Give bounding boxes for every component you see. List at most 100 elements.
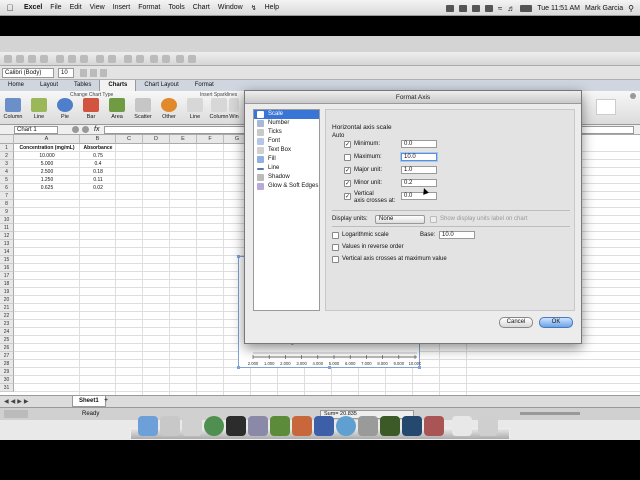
column-header[interactable]: E	[170, 135, 197, 144]
bar-chart-button[interactable]: Bar	[80, 98, 102, 120]
menu-app-name[interactable]: Excel	[20, 4, 46, 11]
bluetooth-icon[interactable]	[458, 4, 467, 12]
tab-format[interactable]: Format	[187, 80, 222, 91]
ribbon-options-icon[interactable]	[630, 93, 636, 99]
camera-icon[interactable]	[445, 4, 454, 12]
row-header[interactable]: 24	[0, 328, 14, 336]
table-cell[interactable]: 2.500	[14, 168, 80, 176]
minor-unit-auto-checkbox[interactable]: ✓	[344, 180, 351, 187]
row-header[interactable]: 13	[0, 240, 14, 248]
enter-formula-icon[interactable]	[82, 126, 89, 133]
chart-resize-handle[interactable]	[237, 255, 240, 258]
category-fill[interactable]: Fill	[254, 155, 319, 164]
tab-charts[interactable]: Charts	[99, 80, 137, 91]
paste-icon[interactable]	[80, 55, 88, 63]
sheet-tab-sheet1[interactable]: Sheet1	[72, 396, 106, 407]
row-header[interactable]: 15	[0, 256, 14, 264]
print-icon[interactable]	[40, 55, 48, 63]
font-name-select[interactable]: Calibri (Body)	[2, 68, 54, 78]
menu-window[interactable]: Window	[214, 4, 247, 11]
line-chart-button[interactable]: Line	[28, 98, 50, 120]
table-cell[interactable]: 0.75	[80, 152, 116, 160]
row-header[interactable]: 8	[0, 200, 14, 208]
category-scale[interactable]: Scale	[254, 110, 319, 119]
chrome-icon[interactable]	[204, 416, 224, 436]
row-header[interactable]: 2	[0, 152, 14, 160]
table-cell[interactable]: 0.18	[80, 168, 116, 176]
log-scale-checkbox[interactable]	[332, 232, 339, 239]
menubar-clock[interactable]: Tue 11:51 AM	[537, 5, 580, 12]
area-chart-button[interactable]: Area	[106, 98, 128, 120]
dialog-title[interactable]: Format Axis	[245, 91, 581, 104]
minimum-auto-checkbox[interactable]: ✓	[344, 141, 351, 148]
row-header[interactable]: 9	[0, 208, 14, 216]
row-header[interactable]: 27	[0, 352, 14, 360]
category-shadow[interactable]: Shadow	[254, 173, 319, 182]
menubar-user[interactable]: Mark Garcia	[585, 5, 623, 12]
column-header[interactable]: F	[197, 135, 224, 144]
trash-icon[interactable]	[478, 416, 498, 436]
row-header[interactable]: 12	[0, 232, 14, 240]
scatter-chart-button[interactable]: Scatter	[132, 98, 154, 120]
itunes-icon[interactable]	[336, 416, 356, 436]
cancel-formula-icon[interactable]	[72, 126, 79, 133]
table-cell[interactable]: 10.000	[14, 152, 80, 160]
row-header[interactable]: 31	[0, 384, 14, 392]
time-machine-icon[interactable]	[471, 4, 480, 12]
reverse-order-checkbox[interactable]	[332, 244, 339, 251]
other-chart-button[interactable]: Other	[158, 98, 180, 120]
crosses-auto-checkbox[interactable]: ✓	[344, 193, 351, 200]
table-cell[interactable]: 0.02	[80, 184, 116, 192]
row-header[interactable]: 10	[0, 216, 14, 224]
excel-dock-icon[interactable]	[270, 416, 290, 436]
table-cell[interactable]: 0.625	[14, 184, 80, 192]
view-normal-icon[interactable]	[4, 410, 28, 418]
name-box[interactable]: Chart 1	[14, 126, 58, 134]
column-header[interactable]: B	[80, 135, 116, 144]
display-units-select[interactable]: None	[375, 215, 425, 224]
script-menu-icon[interactable]: ↯	[247, 4, 261, 12]
show-units-checkbox[interactable]	[430, 216, 437, 223]
tab-home[interactable]: Home	[0, 80, 32, 91]
row-header[interactable]: 22	[0, 312, 14, 320]
table-cell[interactable]: 1.250	[14, 176, 80, 184]
table-cell[interactable]: 0.4	[80, 160, 116, 168]
documents-stack-icon[interactable]	[452, 416, 472, 436]
sort-icon[interactable]	[136, 55, 144, 63]
column-header[interactable]: C	[116, 135, 143, 144]
menu-insert[interactable]: Insert	[109, 4, 135, 11]
table-cell[interactable]: 5.000	[14, 160, 80, 168]
menu-help[interactable]: Help	[261, 4, 283, 11]
category-number[interactable]: Number	[254, 119, 319, 128]
undo-icon[interactable]	[96, 55, 104, 63]
row-header[interactable]: 1	[0, 144, 14, 152]
sparkline-line-button[interactable]: Line	[184, 98, 206, 120]
row-header[interactable]: 17	[0, 272, 14, 280]
menu-chart[interactable]: Chart	[189, 4, 214, 11]
volume-icon[interactable]: ♬	[507, 4, 515, 13]
menu-view[interactable]: View	[86, 4, 109, 11]
maximum-auto-checkbox[interactable]	[344, 154, 351, 161]
spotlight-search-icon[interactable]: ⚲	[628, 4, 634, 13]
powerpoint-icon[interactable]	[292, 416, 312, 436]
maximum-input[interactable]: 10.0	[401, 153, 437, 161]
cut-icon[interactable]	[56, 55, 64, 63]
autosum-icon[interactable]	[124, 55, 132, 63]
new-workbook-icon[interactable]	[4, 55, 12, 63]
cancel-button[interactable]: Cancel	[499, 317, 533, 328]
chart-resize-handle[interactable]	[418, 366, 421, 369]
row-header[interactable]: 19	[0, 288, 14, 296]
table-cell[interactable]: Absorbance	[80, 144, 116, 152]
row-header[interactable]: 7	[0, 192, 14, 200]
word-icon[interactable]	[314, 416, 334, 436]
major-unit-auto-checkbox[interactable]: ✓	[344, 167, 351, 174]
row-header[interactable]: 29	[0, 368, 14, 376]
minor-unit-input[interactable]: 0.2	[401, 179, 437, 187]
ok-button[interactable]: OK	[539, 317, 573, 328]
gallery-icon[interactable]	[150, 55, 158, 63]
category-line[interactable]: Line	[254, 164, 319, 173]
category-font[interactable]: Font	[254, 137, 319, 146]
cross-max-checkbox[interactable]	[332, 256, 339, 263]
row-header[interactable]: 28	[0, 360, 14, 368]
row-header[interactable]: 30	[0, 376, 14, 384]
